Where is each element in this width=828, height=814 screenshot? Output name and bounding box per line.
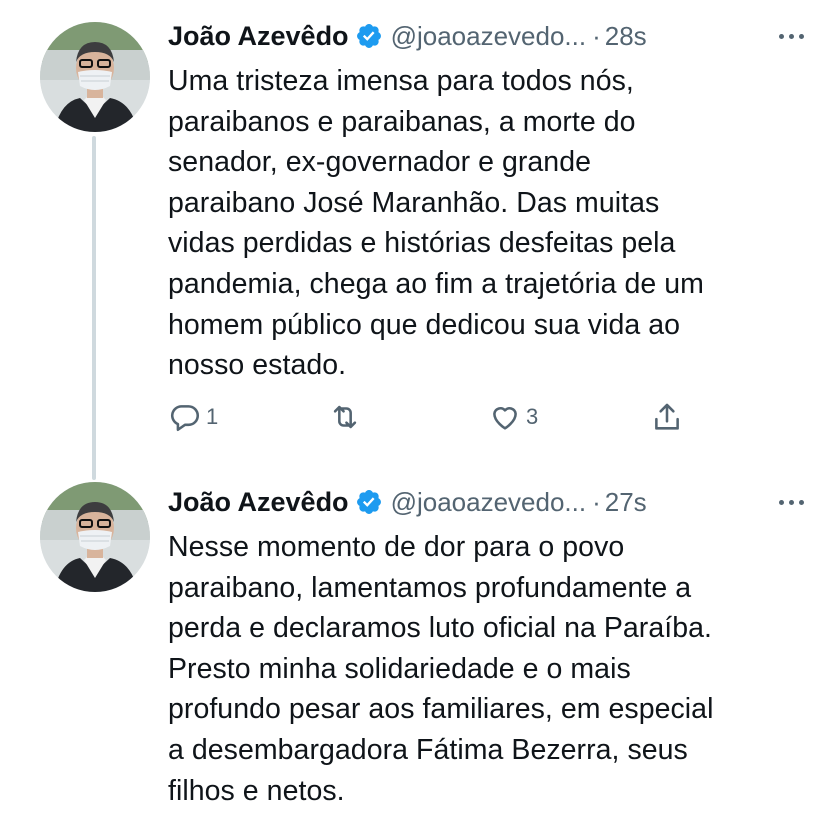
tweet-header: João Azevêdo @joaoazevedo... · 27s bbox=[168, 478, 808, 526]
share-icon bbox=[655, 403, 679, 430]
like-button[interactable]: 3 bbox=[488, 400, 538, 434]
avatar-photo bbox=[40, 482, 150, 592]
verified-badge-icon bbox=[356, 490, 381, 514]
like-icon bbox=[493, 406, 517, 430]
share-button[interactable] bbox=[650, 400, 684, 434]
separator-dot: · bbox=[592, 20, 601, 51]
tweet-timestamp[interactable]: 27s bbox=[605, 487, 647, 518]
avatar[interactable] bbox=[40, 482, 150, 592]
retweet-icon bbox=[333, 405, 357, 428]
avatar[interactable] bbox=[40, 22, 150, 132]
tweet-content: João Azevêdo @joaoazevedo... · 27s Nesse… bbox=[168, 478, 808, 811]
author-handle[interactable]: @joaoazevedo... bbox=[391, 487, 587, 518]
tweet-text: Uma tristeza imensa para todos nós, para… bbox=[168, 65, 704, 382]
tweet-content: João Azevêdo @joaoazevedo... · 28s Uma t… bbox=[168, 12, 808, 450]
reply-icon bbox=[171, 404, 200, 431]
tweet-thread: João Azevêdo @joaoazevedo... · 28s Uma t… bbox=[0, 0, 828, 814]
author-name[interactable]: João Azevêdo bbox=[168, 487, 349, 518]
reply-button[interactable]: 1 bbox=[168, 400, 218, 434]
like-count: 3 bbox=[526, 403, 539, 429]
reply-count: 1 bbox=[206, 403, 219, 429]
author-handle[interactable]: @joaoazevedo... bbox=[391, 21, 587, 52]
tweet[interactable]: João Azevêdo @joaoazevedo... · 28s Uma t… bbox=[0, 0, 828, 470]
retweet-button[interactable] bbox=[328, 400, 366, 434]
tweet[interactable]: João Azevêdo @joaoazevedo... · 27s Nesse… bbox=[0, 470, 828, 814]
tweet-text: Nesse momento de dor para o povo paraiba… bbox=[168, 531, 714, 807]
tweet-timestamp[interactable]: 28s bbox=[605, 21, 647, 52]
more-options-icon[interactable] bbox=[779, 499, 804, 505]
author-name[interactable]: João Azevêdo bbox=[168, 21, 349, 52]
more-options-icon[interactable] bbox=[779, 33, 804, 39]
tweet-header: João Azevêdo @joaoazevedo... · 28s bbox=[168, 12, 808, 60]
separator-dot: · bbox=[592, 486, 601, 517]
avatar-photo bbox=[40, 22, 150, 132]
verified-badge-icon bbox=[356, 24, 381, 48]
tweet-actions: 1 3 bbox=[168, 400, 808, 450]
